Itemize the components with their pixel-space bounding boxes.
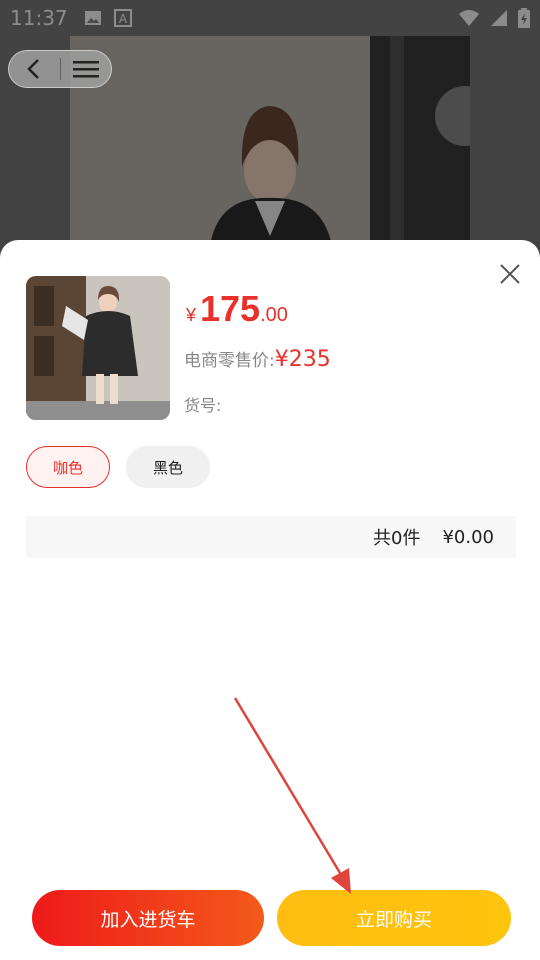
image-icon [84, 11, 101, 25]
menu-button[interactable] [60, 50, 111, 88]
text-icon: A [113, 9, 132, 27]
close-icon [500, 264, 520, 284]
price: ¥ 175 .00 [186, 288, 288, 330]
product-main-image [70, 36, 470, 246]
signal-icon [491, 10, 507, 26]
product-thumbnail [26, 276, 170, 420]
price-decimal: .00 [260, 304, 288, 326]
close-button[interactable] [498, 262, 522, 286]
status-time: 11:37 [10, 6, 68, 30]
nav-pill [8, 50, 112, 88]
back-button[interactable] [9, 50, 60, 88]
color-option-coffee[interactable]: 咖色 [26, 446, 110, 488]
color-options: 咖色 黑色 [26, 446, 210, 488]
color-option-black[interactable]: 黑色 [126, 446, 210, 488]
buy-now-button[interactable]: 立即购买 [277, 890, 511, 946]
svg-text:A: A [119, 12, 128, 26]
retail-price-label: 电商零售价: [184, 351, 275, 371]
total-price: ¥0.00 [442, 526, 494, 548]
sku-label: 货号: [184, 396, 222, 415]
back-chevron-icon [27, 59, 40, 79]
menu-icon [72, 61, 99, 78]
item-count: 共0件 [373, 528, 421, 549]
battery-charging-icon [518, 8, 530, 28]
retail-price-value: ¥235 [274, 347, 331, 372]
price-integer: 175 [200, 288, 261, 329]
add-to-cart-button[interactable]: 加入进货车 [32, 890, 264, 946]
price-currency: ¥ [186, 305, 197, 325]
status-bar: 11:37 A [0, 0, 540, 36]
wifi-icon [459, 10, 479, 26]
retail-price: 电商零售价: ¥235 [184, 346, 331, 372]
sku-selection-sheet: ¥ 175 .00 电商零售价: ¥235 货号: 咖色 黑色 共0件 ¥0.0… [0, 240, 540, 960]
order-summary: 共0件 ¥0.00 [26, 516, 516, 558]
